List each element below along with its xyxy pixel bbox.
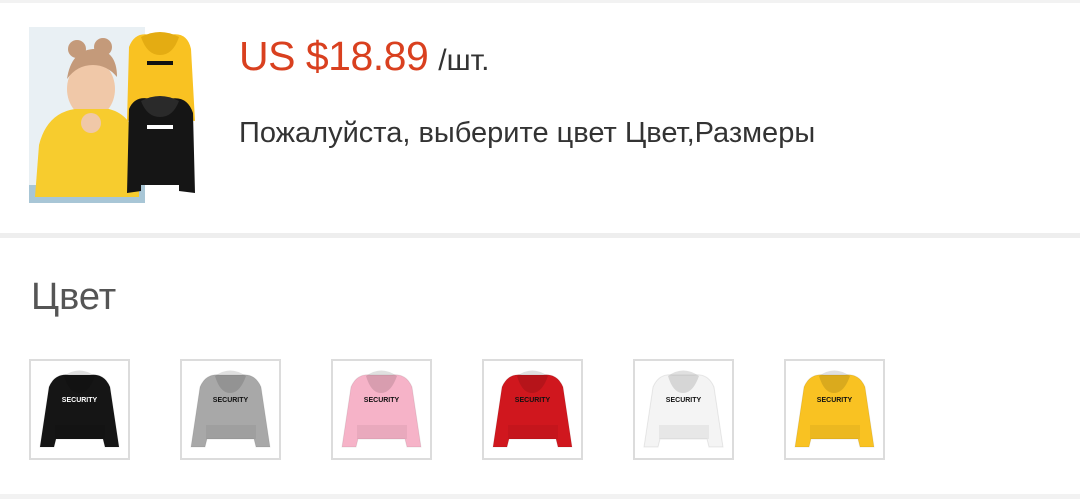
price-row: US $18.89/шт.: [239, 33, 489, 83]
color-option-black[interactable]: SECURITY: [29, 359, 130, 460]
section-divider: [0, 233, 1080, 238]
color-option-red[interactable]: SECURITY: [482, 359, 583, 460]
hoodie-print-text: SECURITY: [666, 397, 702, 404]
photo-composite: [35, 32, 195, 197]
product-photo-icon[interactable]: [29, 27, 197, 203]
color-option-pink[interactable]: SECURITY: [331, 359, 432, 460]
hoodie-print-text: SECURITY: [364, 397, 400, 404]
hoodie-icon: SECURITY: [643, 370, 724, 448]
color-option-yellow[interactable]: SECURITY: [784, 359, 885, 460]
hoodie-icon: SECURITY: [341, 370, 422, 448]
hoodie-print-text: SECURITY: [515, 397, 551, 404]
price-unit: /шт.: [438, 44, 490, 77]
hoodie-print-text: SECURITY: [213, 397, 249, 404]
hoodie-icon: SECURITY: [39, 370, 120, 448]
selection-hint: Пожалуйста, выберите цвет Цвет,Размеры: [239, 117, 816, 149]
product-summary: US $18.89/шт. Пожалуйста, выберите цвет …: [0, 3, 1080, 233]
color-option-gray[interactable]: SECURITY: [180, 359, 281, 460]
price: US $18.89: [239, 33, 429, 79]
hoodie-print-text: SECURITY: [62, 397, 98, 404]
color-section-title: Цвет: [31, 276, 117, 318]
hoodie-icon: SECURITY: [492, 370, 573, 448]
hoodie-icon: SECURITY: [794, 370, 875, 448]
hoodie-icon: SECURITY: [190, 370, 271, 448]
color-option-white[interactable]: SECURITY: [633, 359, 734, 460]
hoodie-print-text: SECURITY: [817, 397, 853, 404]
bottom-separator: [0, 494, 1080, 499]
